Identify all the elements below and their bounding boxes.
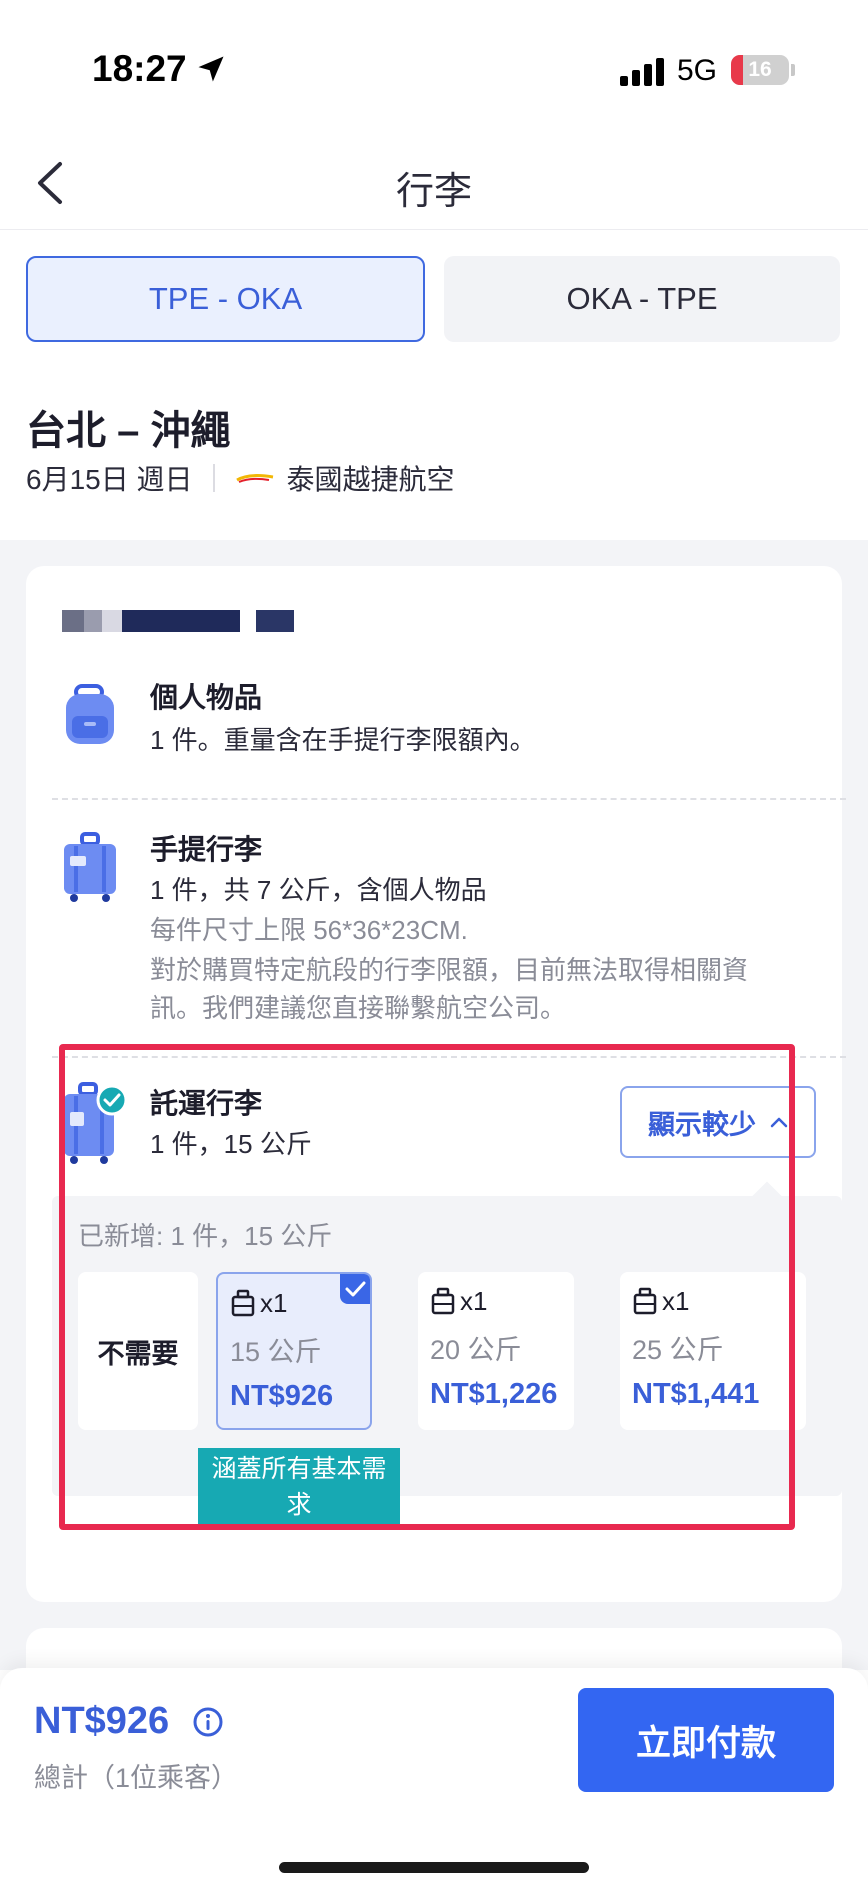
flight-meta: 6月15日 週日 泰國越捷航空 bbox=[26, 460, 455, 496]
location-arrow-icon bbox=[198, 56, 224, 82]
tab-tpe-oka[interactable]: TPE - OKA bbox=[26, 256, 425, 342]
total-price: NT$926 bbox=[34, 1700, 170, 1742]
page-title: 行李 bbox=[395, 171, 472, 213]
pay-now-button[interactable]: 立即付款 bbox=[578, 1688, 834, 1792]
backpack-icon bbox=[66, 684, 114, 744]
battery-level: 16 bbox=[748, 58, 772, 81]
network-type: 5G bbox=[677, 54, 718, 87]
battery-icon: 16 bbox=[731, 55, 789, 85]
passenger-name-masked bbox=[62, 610, 302, 632]
flight-route-title: 台北 – 沖繩 bbox=[26, 409, 231, 453]
signal-icon bbox=[620, 58, 664, 86]
divider bbox=[52, 798, 846, 800]
carry-on-title: 手提行李 bbox=[150, 834, 263, 865]
personal-item-title: 個人物品 bbox=[150, 682, 263, 713]
airline-name: 泰國越捷航空 bbox=[286, 464, 455, 495]
status-time: 18:27 bbox=[92, 48, 187, 89]
status-bar: 18:27 5G 16 bbox=[0, 0, 868, 140]
personal-item-detail: 1 件。重量含在手提行李限額內。 bbox=[150, 725, 536, 755]
nav-bar: 行李 bbox=[0, 140, 868, 230]
carry-on-note-1: 對於購買特定航段的行李限額，目前無法取得相關資 bbox=[150, 955, 749, 985]
highlight-annotation bbox=[59, 1044, 795, 1530]
personal-item-row: 個人物品 1 件。重量含在手提行李限額內。 bbox=[26, 676, 842, 766]
divider bbox=[212, 464, 215, 492]
carry-on-detail: 1 件，共 7 公斤，含個人物品 bbox=[150, 875, 487, 905]
route-tabs: TPE - OKA OKA - TPE bbox=[0, 231, 868, 351]
carry-on-size: 每件尺寸上限 56*36*23CM. bbox=[150, 915, 468, 945]
home-indicator bbox=[279, 1862, 589, 1873]
info-icon[interactable] bbox=[192, 1706, 224, 1738]
carry-on-suitcase-icon bbox=[64, 832, 116, 902]
flight-date: 6月15日 週日 bbox=[26, 464, 193, 495]
carry-on-note-2: 訊。我們建議您直接聯繫航空公司。 bbox=[150, 993, 567, 1023]
carry-on-row: 手提行李 1 件，共 7 公斤，含個人物品 每件尺寸上限 56*36*23CM.… bbox=[26, 828, 842, 1023]
tab-oka-tpe[interactable]: OKA - TPE bbox=[444, 256, 840, 342]
airline-logo-icon bbox=[235, 474, 273, 483]
bottom-bar: NT$926 總計（1位乘客） 立即付款 bbox=[0, 1668, 868, 1887]
total-subtitle: 總計（1位乘客） bbox=[34, 1763, 239, 1793]
